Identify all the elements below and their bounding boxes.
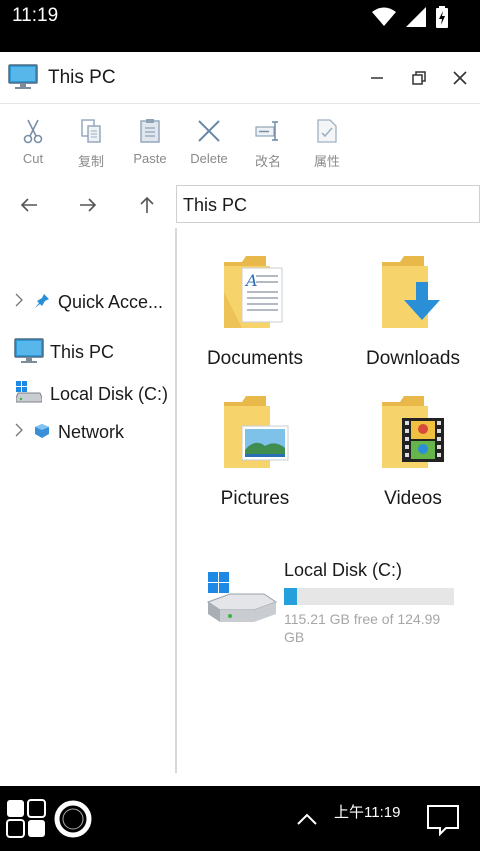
folder-videos[interactable]: Videos: [338, 380, 480, 510]
sidebar-item-network[interactable]: Network: [0, 414, 176, 450]
copy-label: 复制: [77, 154, 104, 169]
window-title: This PC: [48, 67, 116, 88]
chevron-up-icon: [297, 813, 317, 825]
delete-label: Delete: [190, 151, 228, 166]
chevron-right-icon[interactable]: [14, 423, 24, 442]
cut-label: Cut: [22, 151, 44, 166]
battery-icon: [436, 6, 448, 33]
wifi-icon: [372, 7, 396, 32]
rename-button[interactable]: 改名: [237, 113, 299, 175]
status-bar: 11:19: [0, 0, 480, 52]
forward-button[interactable]: [73, 190, 103, 220]
navigation-bar: This PC: [0, 182, 480, 228]
delete-icon: [178, 113, 240, 149]
chevron-right-icon[interactable]: [14, 293, 24, 312]
folder-downloads[interactable]: Downloads: [338, 240, 480, 370]
cut-button[interactable]: Cut: [2, 113, 64, 175]
sidebar-item-label: Network: [58, 422, 125, 442]
drive-local-disk[interactable]: Local Disk (C:) 115.21 GB free of 124.99…: [198, 558, 478, 648]
copy-button[interactable]: 复制: [60, 113, 122, 175]
back-button[interactable]: [14, 190, 44, 220]
notification-icon: [427, 805, 459, 837]
folder-label: Videos: [384, 488, 442, 509]
content-area: A Documents Downloads Pictures Videos Lo…: [178, 228, 480, 776]
monitor-icon: [14, 338, 44, 369]
status-icons: [372, 6, 448, 33]
pane-divider[interactable]: [175, 228, 177, 773]
navigation-pane: Quick Acce... This PC Local Disk (C:) Ne…: [0, 228, 176, 776]
action-center-button[interactable]: [426, 804, 460, 841]
sidebar-item-label: Quick Acce...: [58, 292, 164, 312]
minimize-button[interactable]: [362, 64, 392, 92]
paste-label: Paste: [133, 151, 167, 166]
file-explorer-window: This PC Cut 复制 Paste Delete 改名 属性 This P…: [0, 52, 480, 786]
pictures-folder-icon: [220, 392, 290, 477]
network-icon: [34, 423, 50, 444]
folder-label: Pictures: [220, 488, 290, 509]
folder-label: Documents: [206, 348, 304, 369]
copy-icon: [60, 113, 122, 149]
this-pc-icon: [8, 64, 38, 95]
sidebar-item-label: This PC: [50, 342, 115, 362]
status-time: 11:19: [12, 5, 59, 26]
tray-expand-button[interactable]: [296, 812, 318, 831]
paste-icon: [119, 113, 181, 149]
sidebar-item-this-pc[interactable]: This PC: [0, 334, 176, 370]
properties-button[interactable]: 属性: [296, 113, 358, 175]
videos-folder-icon: [378, 392, 448, 477]
properties-icon: [296, 113, 358, 149]
folder-documents[interactable]: A Documents: [180, 240, 330, 370]
svg-text:A: A: [244, 271, 258, 290]
paste-button[interactable]: Paste: [119, 113, 181, 175]
sidebar-item-label: Local Disk (C:): [50, 384, 169, 404]
taskbar: 上午11:19: [0, 786, 480, 851]
restore-button[interactable]: [404, 64, 434, 92]
delete-button[interactable]: Delete: [178, 113, 240, 175]
toolbar: Cut 复制 Paste Delete 改名 属性: [0, 105, 480, 181]
arrow-left-icon: [20, 198, 37, 212]
folder-pictures[interactable]: Pictures: [180, 380, 330, 510]
title-bar: This PC: [0, 52, 480, 104]
downloads-folder-icon: [378, 252, 448, 337]
rename-label: 改名: [254, 154, 281, 169]
address-bar[interactable]: This PC: [176, 185, 480, 223]
drive-name: Local Disk (C:): [284, 560, 403, 580]
documents-folder-icon: A: [220, 252, 290, 337]
arrow-up-icon: [140, 196, 154, 213]
sidebar-item-local-disk[interactable]: Local Disk (C:): [0, 376, 176, 412]
pin-icon: [34, 293, 50, 314]
drive-icon: [202, 572, 278, 633]
rename-icon: [237, 113, 299, 149]
arrow-right-icon: [80, 198, 97, 212]
sidebar-item-quick-access[interactable]: Quick Acce...: [0, 284, 176, 320]
properties-label: 属性: [313, 154, 340, 169]
folder-label: Downloads: [366, 348, 460, 369]
drive-free-space: 115.21 GB free of 124.99 GB: [284, 611, 441, 645]
drive-usage-bar: [284, 588, 454, 605]
close-button[interactable]: [445, 64, 475, 92]
scissors-icon: [2, 113, 64, 149]
signal-icon: [406, 7, 426, 32]
cortana-button[interactable]: [53, 799, 93, 844]
drive-icon: [15, 381, 43, 408]
start-grid-icon: [6, 799, 46, 838]
start-button[interactable]: [6, 799, 48, 844]
taskbar-clock[interactable]: 上午11:19: [334, 801, 400, 822]
circle-icon: [54, 800, 92, 838]
drive-usage-fill: [284, 588, 298, 605]
up-button[interactable]: [132, 190, 162, 220]
